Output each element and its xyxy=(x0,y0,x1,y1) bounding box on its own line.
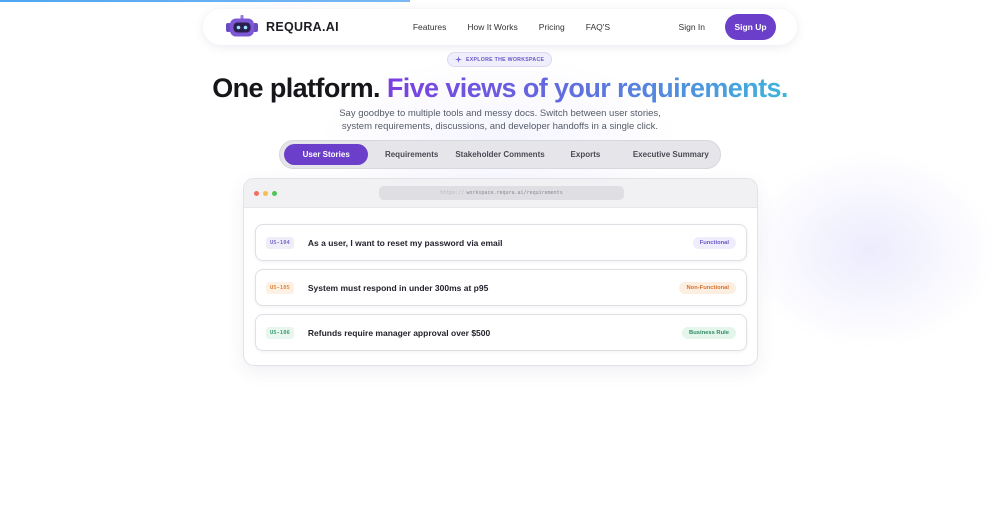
subtitle-line-2: system requirements, discussions, and de… xyxy=(341,121,659,132)
category-tag: Non-Functional xyxy=(679,281,736,294)
list-item[interactable]: US-106 Refunds require manager approval … xyxy=(255,314,747,351)
sign-in-link[interactable]: Sign In xyxy=(679,22,705,32)
sparkle-icon xyxy=(455,56,462,63)
story-id-badge: US-105 xyxy=(266,281,294,294)
tab-exports[interactable]: Exports xyxy=(545,144,626,165)
url-bar[interactable]: https:// workspace.requra.ai/requirement… xyxy=(379,186,624,200)
nav-actions: Sign In Sign Up xyxy=(679,14,776,40)
nav-link-faqs[interactable]: FAQ'S xyxy=(586,22,610,32)
nav-link-features[interactable]: Features xyxy=(413,22,447,32)
story-text: As a user, I want to reset my password v… xyxy=(307,237,503,248)
story-id-badge: US-104 xyxy=(266,236,294,249)
navbar: REQURA.AI Features How It Works Pricing … xyxy=(203,9,797,45)
page-load-progress-bar xyxy=(0,0,410,2)
category-tag: Functional xyxy=(692,236,736,249)
robot-logo-icon xyxy=(226,15,258,37)
view-tabs: User Stories Requirements Stakeholder Co… xyxy=(279,140,721,169)
window-titlebar: https:// workspace.requra.ai/requirement… xyxy=(244,179,757,208)
hero-subtitle: Say goodbye to multiple tools and messy … xyxy=(0,107,1000,133)
headline-part1: One platform. xyxy=(212,73,380,103)
sign-up-button[interactable]: Sign Up xyxy=(725,14,776,40)
tab-stakeholder-comments[interactable]: Stakeholder Comments xyxy=(455,144,545,165)
url-scheme: https:// xyxy=(440,190,465,196)
minimize-dot-icon[interactable] xyxy=(263,191,268,196)
window-controls xyxy=(254,191,277,196)
list-item[interactable]: US-104 As a user, I want to reset my pas… xyxy=(255,224,747,261)
category-tag: Business Rule xyxy=(682,326,736,339)
subtitle-line-1: Say goodbye to multiple tools and messy … xyxy=(339,108,661,119)
headline-part2: Five views of your requirements. xyxy=(386,73,789,103)
story-text: System must respond in under 300ms at p9… xyxy=(307,282,489,293)
nav-link-pricing[interactable]: Pricing xyxy=(539,22,565,32)
story-text: Refunds require manager approval over $5… xyxy=(307,327,491,338)
story-id-badge: US-106 xyxy=(266,326,294,339)
nav-links: Features How It Works Pricing FAQ'S xyxy=(413,22,610,32)
brand-name: REQURA.AI xyxy=(266,20,339,34)
explore-badge: EXPLORE THE WORKSPACE xyxy=(447,52,553,67)
page: REQURA.AI Features How It Works Pricing … xyxy=(0,0,1000,513)
tab-executive-summary[interactable]: Executive Summary xyxy=(626,144,716,165)
list-item[interactable]: US-105 System must respond in under 300m… xyxy=(255,269,747,306)
page-title: One platform. Five views of your require… xyxy=(0,73,1000,104)
requirements-list: US-104 As a user, I want to reset my pas… xyxy=(255,224,747,359)
brand[interactable]: REQURA.AI xyxy=(225,15,339,39)
badge-label: EXPLORE THE WORKSPACE xyxy=(466,56,545,63)
close-dot-icon[interactable] xyxy=(254,191,259,196)
url-path: workspace.requra.ai/requirements xyxy=(466,190,563,196)
tab-user-stories[interactable]: User Stories xyxy=(284,144,369,165)
maximize-dot-icon[interactable] xyxy=(272,191,277,196)
tab-requirements[interactable]: Requirements xyxy=(368,144,454,165)
nav-link-how-it-works[interactable]: How It Works xyxy=(467,22,517,32)
workspace-window: https:// workspace.requra.ai/requirement… xyxy=(243,178,758,366)
